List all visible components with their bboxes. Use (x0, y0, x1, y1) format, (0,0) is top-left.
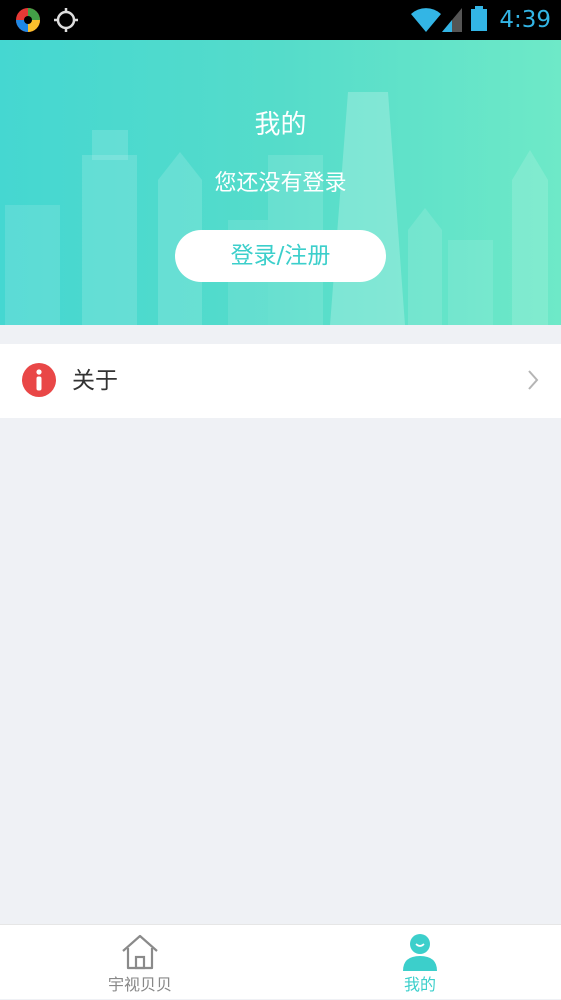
cellular-signal-icon (442, 8, 462, 32)
menu-item-about[interactable]: 关于 (0, 344, 561, 418)
clock: 4:39 (499, 7, 551, 33)
tab-home-label: 宇视贝贝 (107, 975, 172, 994)
person-icon (403, 934, 437, 971)
login-register-button[interactable]: 登录/注册 (175, 230, 386, 282)
tab-mine[interactable]: 我的 (340, 925, 500, 1000)
status-bar: 4:39 (0, 0, 561, 40)
home-icon (122, 934, 158, 970)
tab-mine-label: 我的 (403, 975, 436, 994)
chevron-right-icon (528, 370, 539, 390)
login-status-text: 您还没有登录 (214, 171, 347, 196)
gps-crosshair-icon (54, 8, 78, 32)
wifi-icon (411, 8, 441, 33)
info-icon (22, 363, 56, 397)
menu-item-label: 关于 (72, 368, 118, 394)
app-color-wheel-icon (16, 8, 40, 32)
profile-header: 我的 您还没有登录 登录/注册 (0, 40, 561, 325)
battery-icon (471, 6, 487, 31)
page-title: 我的 (254, 110, 307, 140)
tab-home[interactable]: 宇视贝贝 (60, 925, 220, 1000)
bottom-tab-bar: 宇视贝贝 我的 (0, 924, 561, 999)
